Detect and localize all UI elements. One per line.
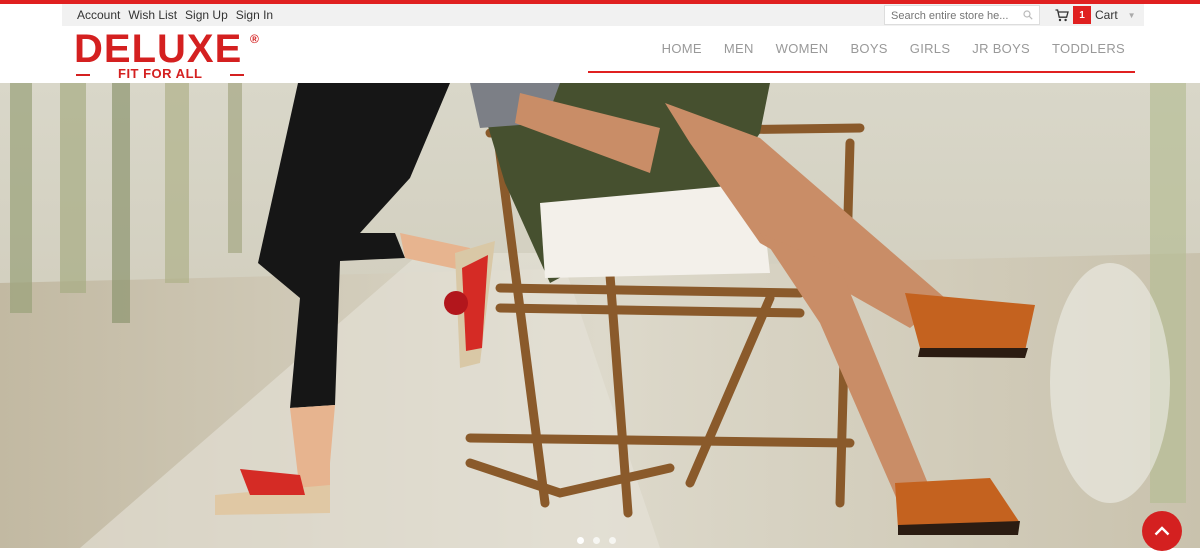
main-nav: HOME MEN WOMEN BOYS GIRLS JR BOYS TODDLE… bbox=[588, 26, 1135, 73]
tagline-dash-right bbox=[230, 74, 244, 76]
search-input[interactable] bbox=[885, 7, 1015, 25]
wish-list-link[interactable]: Wish List bbox=[128, 8, 177, 22]
cart-button[interactable]: 1 Cart ▼ bbox=[1055, 4, 1136, 26]
search-icon[interactable] bbox=[1023, 10, 1033, 20]
nav-jr-boys[interactable]: JR BOYS bbox=[972, 41, 1030, 56]
chevron-up-icon bbox=[1154, 526, 1170, 536]
cart-icon bbox=[1055, 8, 1069, 21]
carousel-dot-1[interactable] bbox=[577, 537, 584, 544]
search-box bbox=[884, 5, 1040, 25]
sign-in-link[interactable]: Sign In bbox=[236, 8, 273, 22]
nav-women[interactable]: WOMEN bbox=[776, 41, 829, 56]
site-header: DELUXE ® FIT FOR ALL HOME MEN WOMEN BOYS… bbox=[0, 26, 1200, 83]
utility-bar: Account Wish List Sign Up Sign In 1 Cart… bbox=[62, 4, 1144, 26]
nav-home[interactable]: HOME bbox=[662, 41, 702, 56]
account-links: Account Wish List Sign Up Sign In bbox=[77, 4, 273, 26]
nav-boys[interactable]: BOYS bbox=[850, 41, 887, 56]
sign-up-link[interactable]: Sign Up bbox=[185, 8, 228, 22]
nav-girls[interactable]: GIRLS bbox=[910, 41, 951, 56]
nav-men[interactable]: MEN bbox=[724, 41, 754, 56]
carousel-dot-3[interactable] bbox=[609, 537, 616, 544]
brand-name: DELUXE bbox=[74, 27, 243, 71]
registered-mark: ® bbox=[250, 32, 259, 46]
carousel-indicators bbox=[577, 537, 616, 544]
brand-tagline: FIT FOR ALL bbox=[118, 66, 203, 81]
hero-image bbox=[0, 83, 1200, 548]
hero-banner[interactable] bbox=[0, 83, 1200, 548]
account-link[interactable]: Account bbox=[77, 8, 120, 22]
chevron-down-icon: ▼ bbox=[1127, 10, 1136, 20]
cart-label: Cart bbox=[1095, 8, 1118, 22]
nav-toddlers[interactable]: TODDLERS bbox=[1052, 41, 1125, 56]
carousel-dot-2[interactable] bbox=[593, 537, 600, 544]
back-to-top-button[interactable] bbox=[1142, 511, 1182, 551]
tagline-dash-left bbox=[76, 74, 90, 76]
brand-logo[interactable]: DELUXE ® FIT FOR ALL bbox=[74, 27, 264, 82]
cart-count-badge: 1 bbox=[1073, 6, 1091, 24]
